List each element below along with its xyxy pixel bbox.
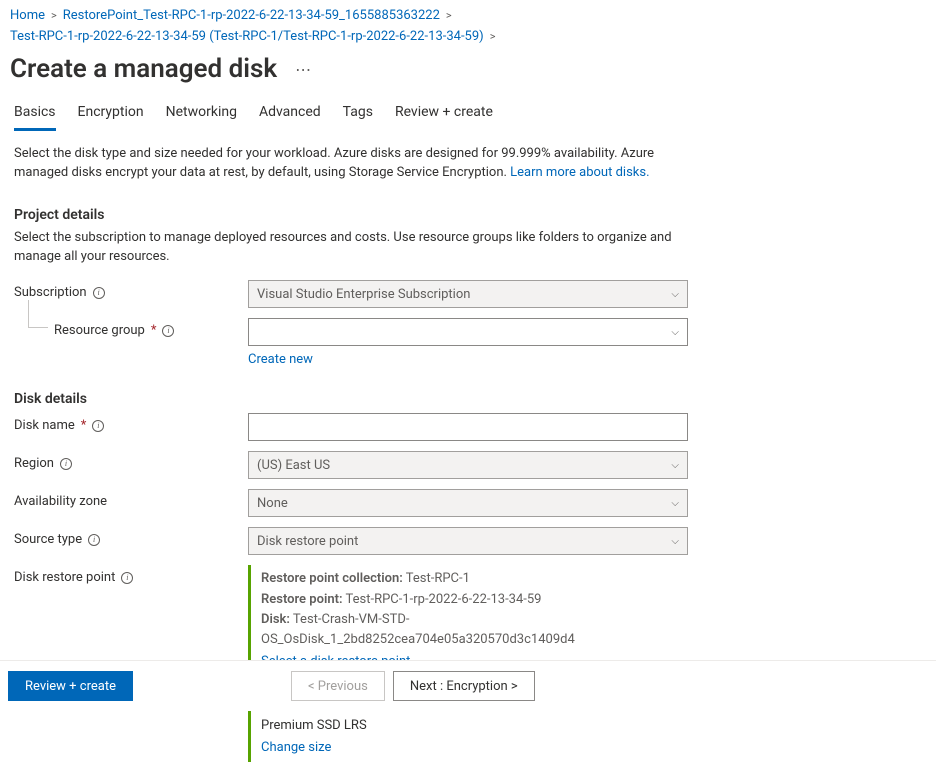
disk-details-heading: Disk details [14, 391, 706, 407]
disk-restore-point-label: Disk restore point i [14, 565, 248, 585]
info-icon[interactable]: i [92, 420, 104, 432]
source-type-value: Disk restore point [257, 534, 358, 549]
rp-label: Restore point: [261, 592, 343, 607]
availability-zone-value: None [257, 496, 288, 511]
more-actions-button[interactable]: ⋯ [291, 60, 315, 79]
info-icon[interactable]: i [162, 325, 174, 337]
tab-networking[interactable]: Networking [166, 104, 237, 131]
footer: Review + create < Previous Next : Encryp… [0, 660, 936, 711]
previous-button[interactable]: < Previous [291, 671, 385, 701]
info-icon[interactable]: i [60, 458, 72, 470]
next-button[interactable]: Next : Encryption > [393, 671, 535, 701]
region-value: (US) East US [257, 458, 330, 473]
required-indicator: * [81, 418, 87, 433]
info-icon[interactable]: i [121, 572, 133, 584]
region-select[interactable]: (US) East US ⌵ [248, 451, 688, 479]
breadcrumb-restorepoint[interactable]: Test-RPC-1-rp-2022-6-22-13-34-59 (Test-R… [10, 29, 484, 44]
page-title: Create a managed disk [10, 54, 277, 84]
subscription-value: Visual Studio Enterprise Subscription [257, 287, 470, 302]
tab-review-create[interactable]: Review + create [395, 104, 493, 131]
intro-text: Select the disk type and size needed for… [14, 145, 706, 183]
project-details-desc: Select the subscription to manage deploy… [14, 229, 706, 267]
breadcrumb-home[interactable]: Home [10, 8, 45, 23]
disk-label: Disk: [261, 612, 290, 627]
title-row: Create a managed disk ⋯ [0, 48, 936, 88]
info-icon[interactable]: i [93, 287, 105, 299]
source-type-label: Source type i [14, 527, 248, 547]
chevron-down-icon: ⌵ [671, 327, 679, 338]
chevron-down-icon: ⌵ [671, 460, 679, 471]
tab-basics[interactable]: Basics [14, 104, 56, 131]
learn-more-link[interactable]: Learn more about disks. [510, 165, 649, 180]
breadcrumb: Home > RestorePoint_Test-RPC-1-rp-2022-6… [0, 0, 936, 48]
project-details-heading: Project details [14, 207, 706, 223]
rpc-value: Test-RPC-1 [406, 571, 470, 586]
availability-zone-select[interactable]: None ⌵ [248, 489, 688, 517]
rp-value: Test-RPC-1-rp-2022-6-22-13-34-59 [346, 592, 542, 607]
info-icon[interactable]: i [88, 534, 100, 546]
tab-advanced[interactable]: Advanced [259, 104, 321, 131]
change-size-link[interactable]: Change size [261, 738, 331, 758]
indent-connector [28, 300, 48, 328]
availability-zone-label: Availability zone [14, 489, 248, 509]
source-type-select[interactable]: Disk restore point ⌵ [248, 527, 688, 555]
subscription-label: Subscription i [14, 280, 248, 300]
disk-name-label: Disk name * i [14, 413, 248, 433]
review-create-button[interactable]: Review + create [8, 671, 133, 701]
chevron-down-icon: ⌵ [671, 289, 679, 300]
chevron-right-icon: > [51, 9, 57, 22]
disk-name-input[interactable] [248, 413, 688, 441]
tab-tags[interactable]: Tags [343, 104, 373, 131]
chevron-down-icon: ⌵ [671, 498, 679, 509]
chevron-down-icon: ⌵ [671, 536, 679, 547]
region-label: Region i [14, 451, 248, 471]
resource-group-label: Resource group * i [14, 318, 248, 338]
rpc-label: Restore point collection: [261, 571, 403, 586]
chevron-right-icon: > [490, 30, 496, 43]
chevron-right-icon: > [446, 9, 452, 22]
breadcrumb-restorepoint-collection[interactable]: RestorePoint_Test-RPC-1-rp-2022-6-22-13-… [63, 8, 440, 23]
disk-value: Test-Crash-VM-STD-OS_OsDisk_1_2bd8252cea… [261, 612, 575, 647]
required-indicator: * [151, 323, 157, 338]
tabs: Basics Encryption Networking Advanced Ta… [0, 88, 936, 131]
tab-encryption[interactable]: Encryption [78, 104, 144, 131]
create-new-rg-link[interactable]: Create new [248, 352, 313, 367]
size-sku: Premium SSD LRS [261, 716, 688, 736]
subscription-select[interactable]: Visual Studio Enterprise Subscription ⌵ [248, 280, 688, 308]
resource-group-select[interactable]: ⌵ [248, 318, 688, 346]
